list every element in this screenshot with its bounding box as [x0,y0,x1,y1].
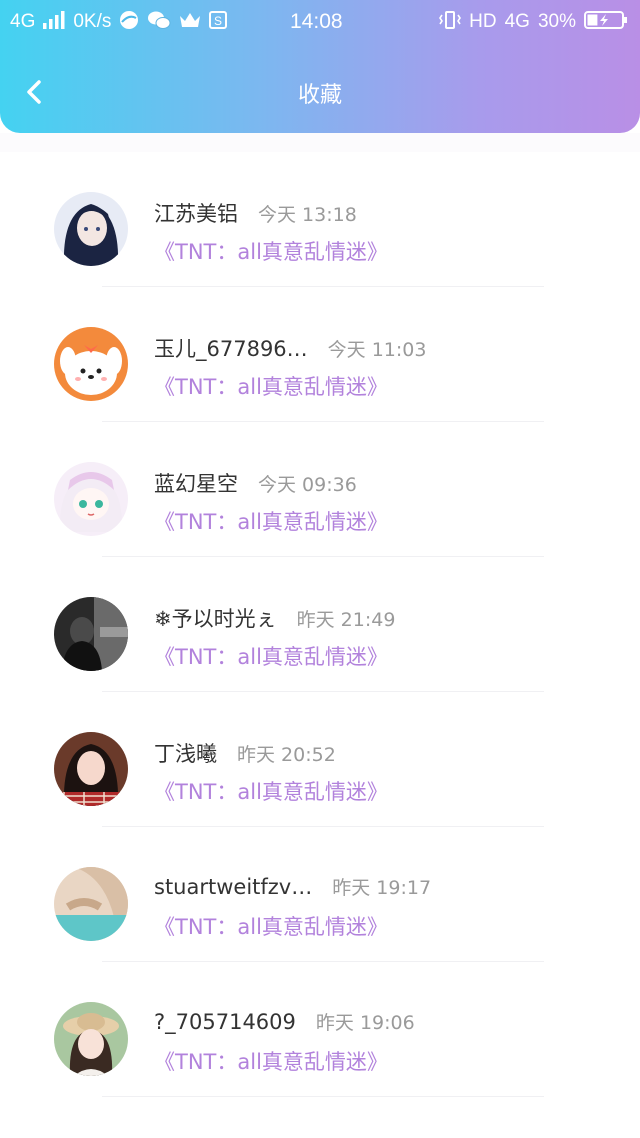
hd-label: HD [469,11,497,32]
header: 4G 0K/s S 14:08 HD 4G 30% 收藏 [0,0,640,133]
book-title-link[interactable]: 《TNT：all真意乱情迷》 [154,506,388,536]
book-title-link[interactable]: 《TNT：all真意乱情迷》 [154,641,388,671]
list-item[interactable]: stuartweitfzv… 昨天 19:17 《TNT：all真意乱情迷》 [0,827,640,962]
avatar[interactable] [54,597,128,671]
divider [102,1096,544,1097]
username[interactable]: ?_705714609 [154,1010,296,1034]
app-notification-icon [119,10,139,35]
list-item[interactable]: ?_705714609 昨天 19:06 《TNT：all真意乱情迷》 [0,962,640,1097]
timestamp: 昨天 20:52 [237,744,336,766]
svg-text:S: S [214,14,222,28]
wechat-icon [147,10,171,35]
network-speed: 0K/s [73,11,112,32]
avatar[interactable] [54,192,128,266]
battery-icon [584,10,628,35]
username[interactable]: 江苏美铝 [154,198,238,228]
book-title-link[interactable]: 《TNT：all真意乱情迷》 [154,776,388,806]
list-item[interactable]: ❄予以时光ぇ 昨天 21:49 《TNT：all真意乱情迷》 [0,557,640,692]
book-title-link[interactable]: 《TNT：all真意乱情迷》 [154,236,388,266]
timestamp: 昨天 19:06 [315,1012,415,1034]
vibrate-icon [439,10,462,35]
book-title-link[interactable]: 《TNT：all真意乱情迷》 [154,1046,388,1076]
header-separator [0,133,640,152]
net-type-label: 4G [504,11,530,32]
book-title-link[interactable]: 《TNT：all真意乱情迷》 [154,911,388,941]
app-s-icon: S [209,10,228,34]
username[interactable]: 玉儿_677896… [154,333,308,363]
avatar[interactable] [54,732,128,806]
nav-bar: 收藏 [0,58,640,134]
page-title: 收藏 [297,83,342,108]
list-item[interactable]: 江苏美铝 今天 13:18 《TNT：all真意乱情迷》 [0,152,640,287]
book-title-link[interactable]: 《TNT：all真意乱情迷》 [154,371,388,401]
list-item[interactable]: 玉儿_677896… 今天 11:03 《TNT：all真意乱情迷》 [0,287,640,422]
username[interactable]: ❄予以时光ぇ [154,603,277,633]
signal-icon [43,10,65,34]
battery-percent: 30% [537,11,576,32]
username[interactable]: 丁浅曦 [154,738,217,768]
timestamp: 昨天 19:17 [332,877,432,899]
status-bar: 4G 0K/s S 14:08 HD 4G 30% [0,0,640,44]
list-item[interactable]: 丁浅曦 昨天 20:52 《TNT：all真意乱情迷》 [0,692,640,827]
favorites-list: 江苏美铝 今天 13:18 《TNT：all真意乱情迷》 玉儿_677896… … [0,152,640,1097]
list-item[interactable]: 蓝幻星空 今天 09:36 《TNT：all真意乱情迷》 [0,422,640,557]
username[interactable]: stuartweitfzv… [154,875,312,899]
username[interactable]: 蓝幻星空 [154,468,238,498]
timestamp: 今天 09:36 [258,474,357,496]
network-label: 4G [10,11,36,32]
timestamp: 今天 11:03 [327,339,427,361]
timestamp: 昨天 21:49 [296,609,396,631]
avatar[interactable] [54,327,128,401]
timestamp: 今天 13:18 [258,204,357,226]
avatar[interactable] [54,1002,128,1076]
crown-icon [179,11,201,34]
avatar[interactable] [54,462,128,536]
clock: 14:08 [290,10,343,33]
avatar[interactable] [54,867,128,941]
